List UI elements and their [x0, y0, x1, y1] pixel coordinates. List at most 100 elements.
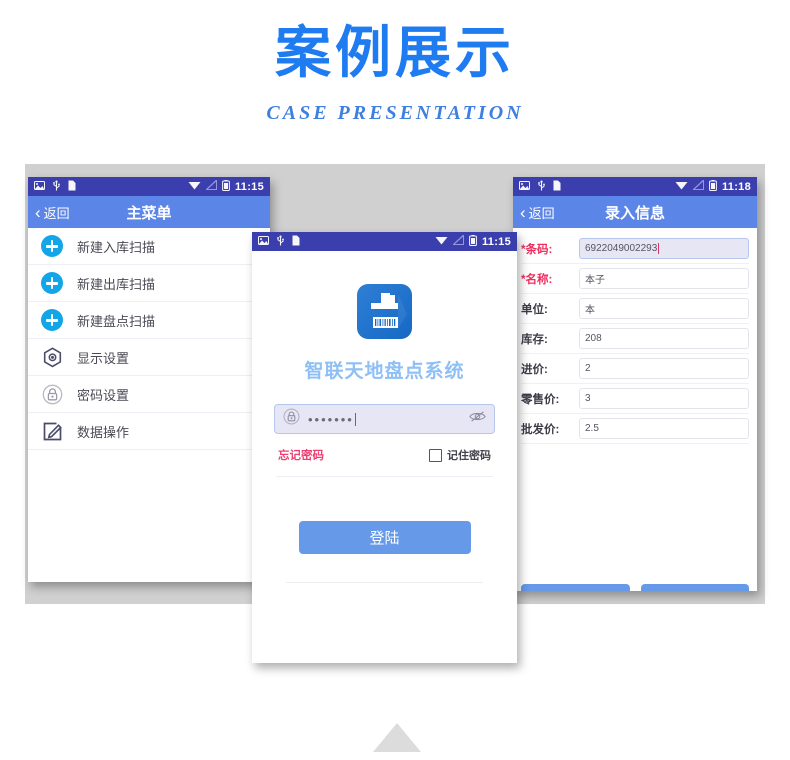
battery-icon	[709, 179, 717, 194]
navbar-entry-form: ‹ 返回 录入信息	[513, 196, 757, 228]
batch-import-button[interactable]: 批量导入	[640, 584, 749, 591]
phone-entry-form: 11:18 ‹ 返回 录入信息 *条码: 6922049002293 *名称: …	[513, 177, 757, 591]
name-value: 本子	[585, 275, 605, 286]
retail-price-input[interactable]: 3	[579, 388, 749, 409]
unit-value: 本	[585, 305, 595, 316]
forgot-password-link[interactable]: 忘记密码	[278, 447, 324, 463]
page-title: 案例展示	[275, 21, 515, 86]
navbar-main-menu: ‹ 返回 主菜单	[28, 196, 270, 228]
back-button[interactable]: ‹ 返回	[520, 203, 555, 222]
wholesale-price-value: 2.5	[585, 423, 599, 434]
usb-icon	[52, 180, 61, 194]
divider	[276, 476, 493, 477]
statusbar-left-icons	[519, 180, 561, 194]
add-button[interactable]: 添加	[521, 584, 630, 591]
password-value: •••••••	[308, 411, 356, 427]
barcode-app-logo	[357, 284, 412, 339]
signal-icon	[205, 179, 217, 193]
image-icon	[519, 180, 530, 193]
chevron-left-icon: ‹	[520, 202, 526, 222]
text-caret	[658, 243, 660, 254]
field-label-retail-price: 零售价:	[521, 393, 560, 406]
menu-item-password-settings[interactable]: 密码设置	[28, 376, 270, 413]
unit-input[interactable]: 本	[579, 298, 749, 319]
menu-item-outbound-scan[interactable]: 新建出库扫描	[28, 265, 270, 302]
menu-item-label: 显示设置	[77, 350, 130, 366]
statusbar-right-icons: 11:15	[435, 234, 511, 249]
statusbar-time: 11:18	[721, 180, 751, 193]
form-row-wholesale-price: 批发价: 2.5	[521, 414, 749, 444]
entry-form-fields: *条码: 6922049002293 *名称: 本子 单位: 本 库存: 208…	[513, 228, 757, 444]
menu-item-label: 新建盘点扫描	[77, 313, 156, 329]
statusbar-menu: 11:15	[28, 177, 270, 196]
form-row-barcode: *条码: 6922049002293	[521, 234, 749, 264]
statusbar-time: 11:15	[234, 180, 264, 193]
signal-icon	[692, 179, 704, 193]
image-icon	[258, 235, 269, 248]
usb-icon	[537, 180, 546, 194]
barcode-input[interactable]: 6922049002293	[579, 238, 749, 259]
lock-circle-icon	[283, 408, 300, 430]
menu-item-data-operations[interactable]: 数据操作	[28, 413, 270, 450]
page-header: 案例展示 CASE PRESENTATION	[0, 0, 790, 125]
field-label-stock: 库存:	[521, 333, 548, 346]
battery-icon	[222, 179, 230, 194]
image-icon	[34, 180, 45, 193]
form-row-name: *名称: 本子	[521, 264, 749, 294]
statusbar-right-icons: 11:18	[675, 179, 751, 194]
eye-off-icon[interactable]	[469, 410, 486, 428]
login-content: 智联天地盘点系统 ••••••• 忘记密码 记住密码 登陆	[252, 284, 517, 583]
hexagon-gear-icon	[40, 345, 64, 369]
wifi-icon	[435, 235, 448, 248]
phone-main-menu: 11:15 ‹ 返回 主菜单 新建入库扫描 新建出库扫描 新建盘点扫描 显示设置…	[28, 177, 270, 582]
menu-item-inbound-scan[interactable]: 新建入库扫描	[28, 228, 270, 265]
remember-password-toggle[interactable]: 记住密码	[429, 447, 491, 463]
stock-value: 208	[585, 333, 602, 344]
menu-item-display-settings[interactable]: 显示设置	[28, 339, 270, 376]
menu-item-label: 新建出库扫描	[77, 276, 156, 292]
phone-login: 11:15 智联天地盘点系统 ••••••• 忘记密码 记住密码 登陆	[252, 232, 517, 663]
entry-form-actions: 添加 批量导入	[513, 574, 757, 591]
cost-price-input[interactable]: 2	[579, 358, 749, 379]
statusbar-right-icons: 11:15	[188, 179, 264, 194]
wifi-icon	[675, 180, 688, 193]
name-input[interactable]: 本子	[579, 268, 749, 289]
document-icon	[553, 180, 561, 194]
stock-input[interactable]: 208	[579, 328, 749, 349]
statusbar-left-icons	[258, 235, 300, 249]
plus-circle-icon	[40, 308, 64, 332]
plus-circle-icon	[40, 234, 64, 258]
divider-bottom	[286, 582, 483, 583]
field-label-unit: 单位:	[521, 303, 548, 316]
password-input[interactable]: •••••••	[274, 404, 495, 434]
form-row-unit: 单位: 本	[521, 294, 749, 324]
menu-item-label: 新建入库扫描	[77, 239, 156, 255]
field-label-cost-price: 进价:	[521, 363, 548, 376]
back-label: 返回	[43, 205, 70, 221]
form-row-retail-price: 零售价: 3	[521, 384, 749, 414]
cost-price-value: 2	[585, 363, 591, 374]
scroll-up-arrow[interactable]	[373, 723, 421, 752]
main-menu-list: 新建入库扫描 新建出库扫描 新建盘点扫描 显示设置 密码设置 数据操作	[28, 228, 270, 450]
battery-icon	[469, 234, 477, 249]
checkbox-icon[interactable]	[429, 448, 442, 462]
statusbar-time: 11:15	[481, 235, 511, 248]
menu-item-label: 密码设置	[77, 387, 130, 403]
text-caret	[354, 412, 356, 426]
pencil-square-icon	[40, 419, 64, 443]
back-button[interactable]: ‹ 返回	[35, 203, 70, 222]
field-label-barcode: *条码:	[521, 243, 553, 256]
wholesale-price-input[interactable]: 2.5	[579, 418, 749, 439]
page-subtitle: CASE PRESENTATION	[266, 102, 524, 125]
menu-item-label: 数据操作	[77, 424, 130, 440]
page-root: 案例展示 CASE PRESENTATION 11:15 ‹ 返回 主菜单 新建…	[0, 0, 790, 760]
back-label: 返回	[528, 205, 555, 221]
field-label-name: *名称:	[521, 273, 553, 286]
field-label-wholesale-price: 批发价:	[521, 423, 560, 436]
statusbar-left-icons	[34, 180, 76, 194]
barcode-value: 6922049002293	[585, 243, 658, 254]
menu-item-stocktake-scan[interactable]: 新建盘点扫描	[28, 302, 270, 339]
document-icon	[68, 180, 76, 194]
wifi-icon	[188, 180, 201, 193]
login-button[interactable]: 登陆	[298, 521, 471, 554]
